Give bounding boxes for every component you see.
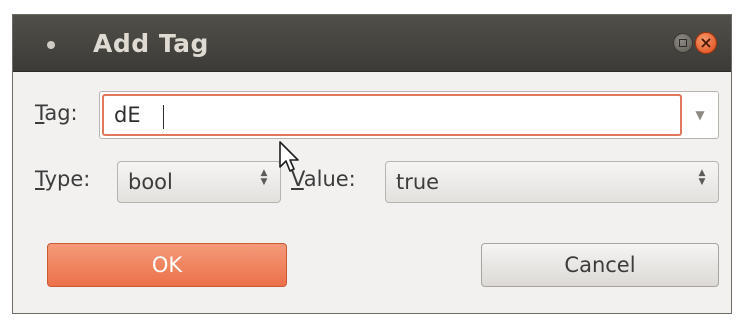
- tag-label: Tag:: [35, 101, 78, 125]
- type-label: Type:: [35, 167, 90, 191]
- chevron-down-icon[interactable]: ▼: [683, 91, 717, 139]
- value-select-value: true: [396, 170, 440, 194]
- type-label-mnemonic: T: [35, 167, 45, 191]
- window-title: Add Tag: [93, 29, 209, 58]
- ok-button[interactable]: OK: [47, 243, 287, 287]
- type-select-value: bool: [128, 170, 173, 194]
- tag-combobox[interactable]: [99, 91, 719, 139]
- screenshot-frame: Add Tag × Tag: ▼ Type: bool ▲▼ Value: tr…: [0, 0, 744, 323]
- text-caret: [163, 105, 164, 129]
- value-select[interactable]: true: [385, 161, 719, 203]
- value-label-text: alue:: [303, 167, 356, 191]
- spin-arrows-icon[interactable]: ▲ ▼: [257, 169, 271, 187]
- type-label-text: ype:: [44, 167, 91, 191]
- maximize-icon[interactable]: [673, 33, 693, 53]
- mouse-pointer-icon: [279, 141, 299, 172]
- title-bar[interactable]: Add Tag ×: [13, 15, 731, 72]
- spin-arrows-icon[interactable]: ▲ ▼: [695, 169, 709, 187]
- window-menu-icon[interactable]: [47, 41, 55, 49]
- close-icon[interactable]: ×: [695, 32, 717, 54]
- tag-label-text: ag:: [44, 101, 78, 125]
- add-tag-dialog: Add Tag × Tag: ▼ Type: bool ▲▼ Value: tr…: [12, 14, 732, 314]
- cancel-button[interactable]: Cancel: [481, 243, 719, 287]
- tag-label-mnemonic: T: [35, 101, 45, 125]
- tag-input[interactable]: [102, 94, 682, 136]
